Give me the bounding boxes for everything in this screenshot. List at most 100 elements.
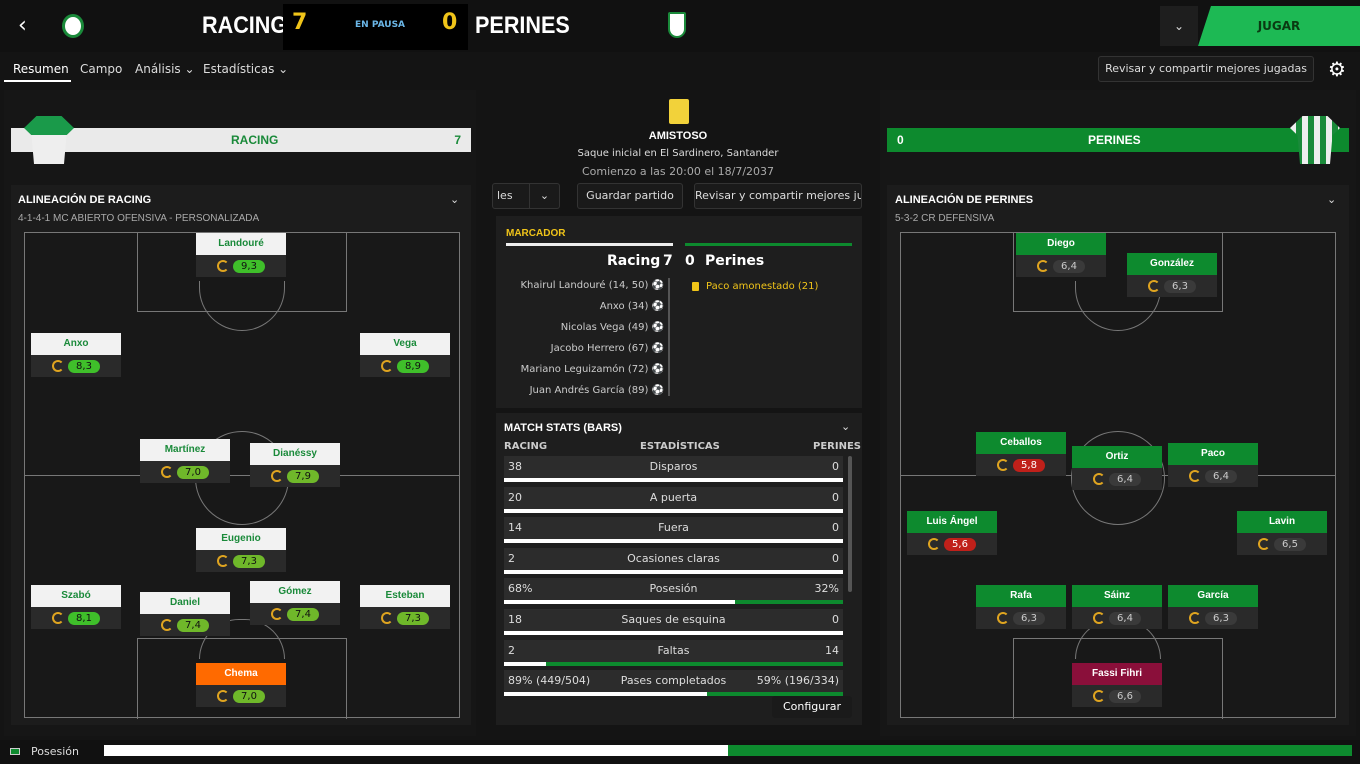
player-card[interactable]: Eugenio 7,3 [196,528,286,572]
back-icon[interactable]: ‹ [18,14,38,38]
stat-row: Saques de esquina 18 0 [504,609,843,635]
player-name: Paco [1168,443,1258,465]
chevron-down-icon[interactable]: ⌄ [1160,6,1198,46]
rating-icon [1148,280,1160,292]
stats-col-mid: ESTADÍSTICAS [640,441,720,452]
chevron-down-icon[interactable]: ⌄ [450,193,459,206]
play-button[interactable]: JUGAR [1198,6,1360,46]
home-formation: 4-1-4-1 MC ABIERTO OFENSIVA - PERSONALIZ… [18,213,260,224]
stat-away-value: 32% [814,582,839,596]
stat-home-value: 38 [508,460,522,473]
home-goal-list: Khairul Landouré (14, 50) ⚽ Anxo (34) ⚽ Ni… [500,280,664,400]
player-rating: 6,4 [1109,611,1141,625]
rating-icon [1093,612,1105,624]
tab-estadisticas[interactable]: Estadísticas ⌄ [203,62,288,76]
player-card[interactable]: Diego 6,4 [1016,233,1106,277]
configure-button[interactable]: Configurar [772,696,852,718]
player-card[interactable]: Sáinz 6,4 [1072,585,1162,629]
away-formation: 5-3-2 CR DEFENSIVA [895,213,995,224]
stat-home-value: 2 [508,643,515,657]
player-name: Sáinz [1072,585,1162,607]
player-card[interactable]: Vega 8,9 [360,333,450,377]
player-card[interactable]: Szabó 8,1 [31,585,121,629]
player-name: García [1168,585,1258,607]
player-card[interactable]: Luis Ángel 5,6 [907,511,997,555]
player-card[interactable]: Ceballos 5,8 [976,432,1066,476]
player-rating: 7,0 [177,465,209,479]
tab-campo[interactable]: Campo [80,62,122,76]
rating-icon [161,466,173,478]
possession-icon [10,748,20,755]
stat-home-bar [504,661,547,666]
goal-event: Juan Andrés García (89) ⚽ [529,385,664,396]
home-bar-score: 7 [454,133,461,147]
goal-event: Jacobo Herrero (67) ⚽ [550,343,664,354]
player-rating: 6,5 [1274,537,1306,551]
marcador-away-score: 0 [685,253,695,269]
review-button[interactable]: Revisar y compartir mejores ju [694,183,862,209]
goal-divider [668,278,670,396]
venue-text: Saque inicial en El Sardinero, Santander [577,148,779,159]
rating-icon [381,360,393,372]
player-name: Lavin [1237,511,1327,533]
gear-icon[interactable]: ⚙ [1324,56,1350,82]
chevron-down-icon[interactable]: ⌄ [841,420,850,433]
player-card[interactable]: Esteban 7,3 [360,585,450,629]
tab-resumen[interactable]: Resumen [13,62,69,76]
player-card[interactable]: Fassi Fihri 6,6 [1072,663,1162,707]
rating-icon [217,690,229,702]
away-bar-score: 0 [897,133,904,147]
away-score: 0 [442,10,458,35]
goal-event: Mariano Leguizamón (72) ⚽ [520,364,664,375]
home-bar-name: RACING [231,133,279,147]
player-card[interactable]: Landouré 9,3 [196,233,286,277]
player-rating: 7,0 [233,689,265,703]
review-highlights-button[interactable]: Revisar y compartir mejores jugadas [1098,56,1314,82]
tab-analisis[interactable]: Análisis ⌄ [135,62,195,76]
stat-label: Posesión [649,582,698,596]
rating-icon [271,608,283,620]
player-card[interactable]: Paco 6,4 [1168,443,1258,487]
home-lineup-title: ALINEACIÓN DE RACING [18,194,152,206]
partial-button[interactable]: les ⌄ [492,183,560,209]
player-name: Dianéssy [250,443,340,465]
player-card[interactable]: Dianéssy 7,9 [250,443,340,487]
player-card[interactable]: González 6,3 [1127,253,1217,297]
marcador-home: Racing [607,253,661,269]
player-card[interactable]: García 6,3 [1168,585,1258,629]
player-card[interactable]: Rafa 6,3 [976,585,1066,629]
chevron-down-icon[interactable]: ⌄ [1327,193,1336,206]
stat-row: Fuera 14 0 [504,517,843,544]
stat-home-bar [504,539,843,544]
player-name: Landouré [196,233,286,255]
player-rating: 6,3 [1164,279,1196,293]
kickoff-time: Comienzo a las 20:00 el 18/7/2037 [581,165,775,178]
stat-home-bar [504,569,843,574]
stat-row: A puerta 20 0 [504,486,843,513]
stat-row: Pases completados 89% (449/504) 59% (196/3… [504,670,843,697]
player-name: Ortiz [1072,446,1162,468]
stats-scrollbar[interactable] [848,456,852,592]
player-card[interactable]: Martínez 7,0 [140,439,230,483]
player-card[interactable]: Daniel 7,4 [140,592,230,636]
stat-away-bar [734,600,843,605]
player-card[interactable]: Gómez 7,4 [250,581,340,625]
player-name: Rafa [976,585,1066,607]
rating-icon [1093,690,1105,702]
stat-home-bar [504,692,708,697]
stat-row: Ocasiones claras 2 0 [504,547,843,574]
player-card[interactable]: Anxo 8,3 [31,333,121,377]
stat-label: A puerta [649,490,698,504]
player-card[interactable]: Ortiz 6,4 [1072,446,1162,490]
goal-event: Nicolas Vega (49) ⚽ [560,322,664,333]
rating-icon [1258,538,1270,550]
stat-home-bar [504,478,843,482]
player-card[interactable]: Lavin 6,5 [1237,511,1327,555]
away-team-bar: 0 PERINES [887,128,1349,152]
player-rating: 7,3 [397,611,429,625]
stat-away-value: 14 [825,643,839,657]
player-card[interactable]: Chema 7,0 [196,663,286,707]
stat-home-bar [504,600,735,605]
player-rating: 6,4 [1109,472,1141,486]
save-match-button[interactable]: Guardar partido [577,183,683,209]
